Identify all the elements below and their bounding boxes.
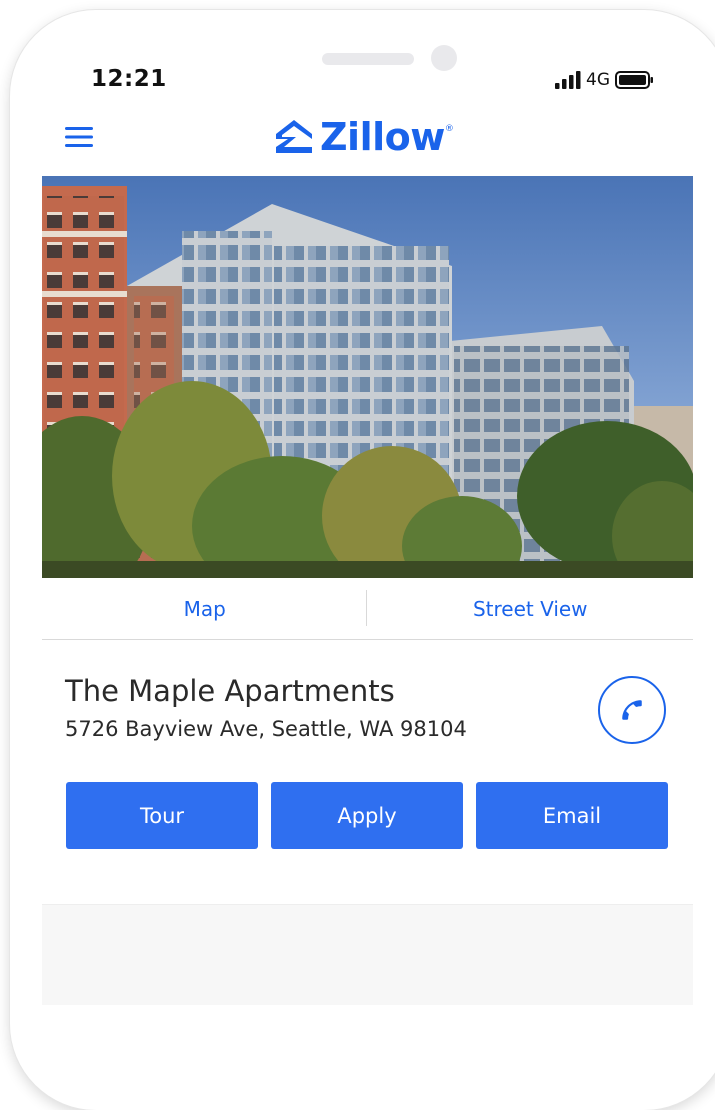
details-panel [42, 904, 693, 1005]
email-button[interactable]: Email [476, 782, 668, 849]
apply-button[interactable]: Apply [271, 782, 463, 849]
tour-button[interactable]: Tour [66, 782, 258, 849]
zillow-logo[interactable]: Zillow ® [274, 114, 454, 160]
speaker-grille [322, 53, 414, 65]
signal-bars-icon [555, 71, 581, 89]
tab-divider [366, 590, 367, 626]
status-indicators: 4G [554, 68, 655, 92]
listing-address: 5726 Bayview Ave, Seattle, WA 98104 [65, 717, 467, 741]
view-tabs: Map Street View [42, 578, 693, 640]
front-camera [431, 45, 457, 71]
apartment-building-photo[interactable] [42, 176, 693, 578]
battery-icon [615, 71, 653, 89]
call-button[interactable] [598, 676, 666, 744]
status-time: 12:21 [91, 66, 167, 92]
tab-map[interactable]: Map [42, 578, 368, 639]
phone-icon [622, 700, 642, 720]
network-type: 4G [586, 70, 610, 90]
listing-name: The Maple Apartments [65, 674, 395, 708]
zillow-house-icon [276, 120, 312, 153]
logo-wordmark: Zillow [320, 115, 445, 159]
tab-street-view[interactable]: Street View [368, 578, 694, 639]
registered-mark: ® [444, 124, 454, 134]
hamburger-menu-icon[interactable] [64, 124, 94, 150]
